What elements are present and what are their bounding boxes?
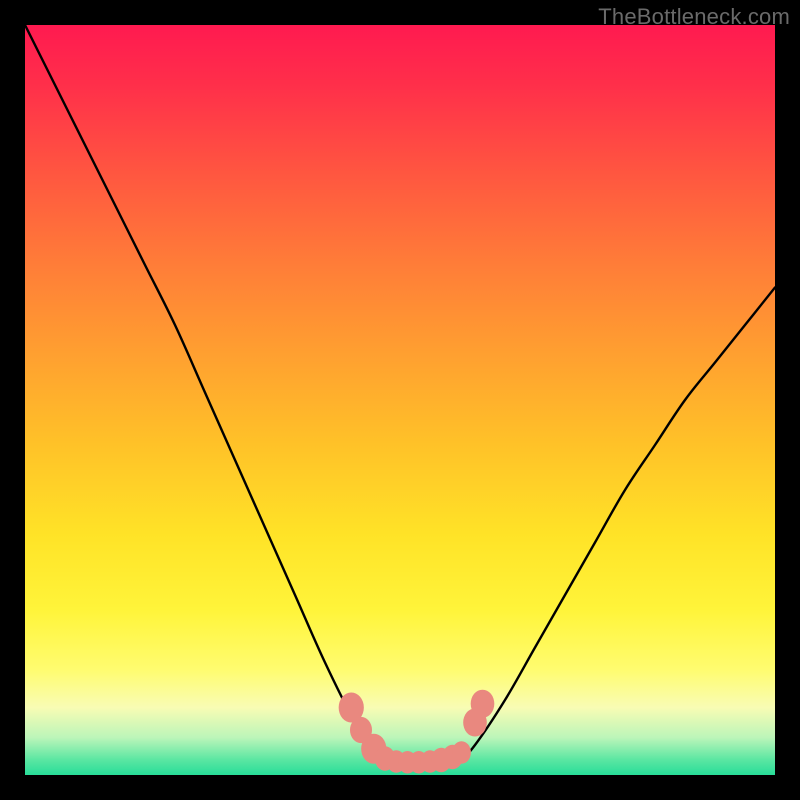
curve-layer xyxy=(25,25,775,775)
chart-frame: TheBottleneck.com xyxy=(0,0,800,800)
marker-dot xyxy=(452,741,471,764)
plot-area xyxy=(25,25,775,775)
bottleneck-curve xyxy=(25,25,775,768)
watermark-text: TheBottleneck.com xyxy=(598,4,790,30)
marker-dot xyxy=(471,690,495,718)
curve-markers xyxy=(339,690,495,774)
